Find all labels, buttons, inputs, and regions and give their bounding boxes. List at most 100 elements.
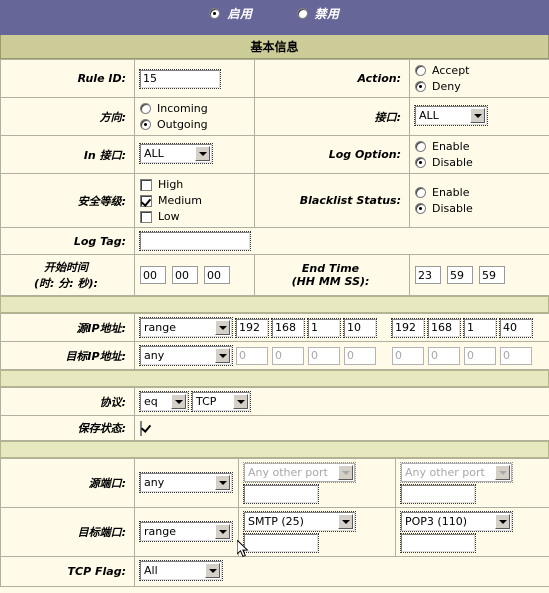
tcp-flag-select[interactable]: All bbox=[139, 560, 223, 581]
source-ip-a-octet2[interactable] bbox=[271, 317, 305, 338]
source-port-mode-cell: any bbox=[134, 458, 239, 508]
port-table: 源端口: any Any other port Any other port 目… bbox=[0, 458, 549, 587]
action-option-deny[interactable]: Deny bbox=[415, 80, 544, 93]
low-label: Low bbox=[158, 210, 180, 223]
dest-port-a-select[interactable]: SMTP (25) bbox=[243, 511, 356, 532]
blacklist-enable-label: Enable bbox=[432, 186, 470, 199]
banner-option-enable[interactable]: 启用 bbox=[209, 5, 252, 22]
security-level-low[interactable]: Low bbox=[140, 210, 249, 223]
chevron-down-icon[interactable] bbox=[215, 320, 230, 335]
dest-ip-b-octet2 bbox=[428, 346, 460, 365]
chevron-down-icon[interactable] bbox=[195, 146, 210, 161]
incoming-label: Incoming bbox=[157, 102, 208, 115]
direction-option-outgoing[interactable]: Outgoing bbox=[140, 118, 249, 131]
incoming-radio[interactable] bbox=[140, 103, 151, 114]
source-ip-b-octet4[interactable] bbox=[499, 317, 533, 338]
blacklist-disable-radio[interactable] bbox=[415, 203, 426, 214]
disable-label: 禁用 bbox=[314, 7, 340, 21]
firewall-rule-page: 启用 禁用 基本信息 Rule ID: Action: Accept bbox=[0, 0, 549, 593]
low-checkbox[interactable] bbox=[140, 210, 152, 223]
source-ip-a-octet1[interactable] bbox=[235, 317, 269, 338]
source-port-b-cell: Any other port bbox=[395, 458, 549, 508]
protocol-value-select[interactable]: TCP bbox=[191, 391, 251, 412]
security-level-high[interactable]: High bbox=[140, 178, 249, 191]
accept-label: Accept bbox=[432, 64, 470, 77]
table-row: 协议: eq TCP bbox=[0, 387, 549, 416]
in-interface-select[interactable]: ALL bbox=[139, 143, 213, 164]
log-tag-input[interactable] bbox=[139, 231, 251, 251]
source-port-mode-select[interactable]: any bbox=[139, 471, 233, 493]
start-time-label-line2: (时: 分: 秒): bbox=[34, 277, 98, 290]
source-ip-a-octet4[interactable] bbox=[343, 317, 377, 338]
end-hour-input[interactable] bbox=[415, 266, 441, 284]
dest-port-b-input[interactable] bbox=[400, 533, 476, 553]
chevron-down-icon[interactable] bbox=[205, 563, 220, 578]
table-row: 开始时间 (时: 分: 秒): End Time (HH MM SS): bbox=[0, 254, 549, 296]
chevron-down-icon[interactable] bbox=[215, 474, 230, 490]
dest-port-b-select[interactable]: POP3 (110) bbox=[400, 511, 513, 532]
accept-radio[interactable] bbox=[415, 65, 426, 76]
chevron-down-icon[interactable] bbox=[215, 523, 230, 539]
start-minute-input[interactable] bbox=[172, 266, 198, 284]
start-time-cell bbox=[134, 254, 255, 296]
source-port-a-cell: Any other port bbox=[238, 458, 396, 508]
start-time-label-line1: 开始时间 bbox=[44, 261, 88, 274]
end-minute-input[interactable] bbox=[447, 266, 473, 284]
table-row: 源端口: any Any other port Any other port bbox=[0, 458, 549, 508]
source-port-label: 源端口: bbox=[0, 458, 135, 508]
interface-select[interactable]: ALL bbox=[414, 105, 488, 126]
chevron-down-icon[interactable] bbox=[171, 394, 186, 409]
table-row: In 接口: ALL Log Option: Enable Disable bbox=[0, 135, 549, 174]
save-state-checkbox[interactable] bbox=[140, 420, 142, 436]
end-time-cell bbox=[409, 254, 549, 296]
chevron-down-icon[interactable] bbox=[495, 514, 510, 529]
dest-port-mode-select[interactable]: range bbox=[139, 520, 233, 542]
log-option-disable[interactable]: Disable bbox=[415, 156, 544, 169]
tcp-flag-cell: All bbox=[134, 556, 549, 587]
log-disable-radio[interactable] bbox=[415, 157, 426, 168]
log-enable-radio[interactable] bbox=[415, 141, 426, 152]
log-tag-cell bbox=[134, 227, 549, 255]
protocol-operator-select[interactable]: eq bbox=[139, 391, 189, 412]
dest-ip-cell: any bbox=[134, 341, 549, 370]
security-level-medium[interactable]: Medium bbox=[140, 194, 249, 207]
enable-radio[interactable] bbox=[209, 8, 221, 19]
medium-checkbox[interactable] bbox=[140, 194, 152, 207]
log-option-enable[interactable]: Enable bbox=[415, 140, 544, 153]
start-hour-input[interactable] bbox=[140, 266, 166, 284]
source-ip-mode-select[interactable]: range bbox=[139, 317, 233, 338]
end-time-label: End Time (HH MM SS): bbox=[254, 254, 410, 296]
source-port-b-input[interactable] bbox=[400, 484, 476, 504]
chevron-down-icon[interactable] bbox=[470, 108, 485, 123]
start-second-input[interactable] bbox=[204, 266, 230, 284]
rule-id-input[interactable] bbox=[139, 68, 221, 89]
blacklist-disable[interactable]: Disable bbox=[415, 202, 544, 215]
source-ip-b-octet2[interactable] bbox=[427, 317, 461, 338]
dest-ip-mode-select[interactable]: any bbox=[139, 345, 233, 366]
save-state-cell bbox=[134, 415, 549, 441]
end-second-input[interactable] bbox=[479, 266, 505, 284]
end-time-label-line1: End Time bbox=[301, 262, 360, 275]
blacklist-enable[interactable]: Enable bbox=[415, 186, 544, 199]
action-option-accept[interactable]: Accept bbox=[415, 64, 544, 77]
end-time-label-line2: (HH MM SS): bbox=[291, 275, 370, 288]
disable-radio[interactable] bbox=[296, 8, 308, 19]
protocol-table: 协议: eq TCP 保存状态: bbox=[0, 387, 549, 441]
outgoing-radio[interactable] bbox=[140, 119, 151, 130]
table-row: 源IP地址: range bbox=[0, 313, 549, 342]
banner-option-disable[interactable]: 禁用 bbox=[296, 5, 340, 22]
source-ip-a-octet3[interactable] bbox=[307, 317, 341, 338]
dest-port-a-input[interactable] bbox=[243, 533, 319, 553]
direction-option-incoming[interactable]: Incoming bbox=[140, 102, 249, 115]
high-checkbox[interactable] bbox=[140, 178, 152, 191]
chevron-down-icon[interactable] bbox=[215, 348, 230, 363]
source-port-a-input[interactable] bbox=[243, 484, 319, 504]
chevron-down-icon[interactable] bbox=[338, 514, 353, 529]
chevron-down-icon[interactable] bbox=[233, 394, 248, 409]
deny-radio[interactable] bbox=[415, 81, 426, 92]
source-ip-label: 源IP地址: bbox=[0, 313, 135, 342]
source-ip-b-octet3[interactable] bbox=[463, 317, 497, 338]
blacklist-enable-radio[interactable] bbox=[415, 187, 426, 198]
table-row: 目标IP地址: any bbox=[0, 341, 549, 370]
source-ip-b-octet1[interactable] bbox=[391, 317, 425, 338]
